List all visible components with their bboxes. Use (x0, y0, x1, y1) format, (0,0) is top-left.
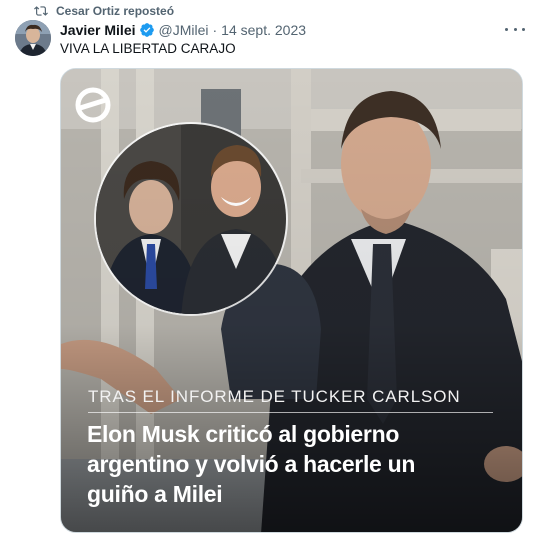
tweet-media-image[interactable]: TRAS EL INFORME DE TUCKER CARLSON Elon M… (60, 68, 523, 533)
repost-icon (34, 6, 48, 16)
outlet-logo-icon (75, 87, 111, 123)
headline-line: argentino y volvió a hacerle un (87, 451, 416, 477)
more-options-icon[interactable] (505, 21, 525, 37)
repost-indicator[interactable]: Cesar Ortiz reposteó (34, 3, 174, 19)
author-name[interactable]: Javier Milei (60, 22, 136, 38)
headline-line: Elon Musk criticó al gobierno (87, 421, 400, 447)
tweet-date[interactable]: 14 sept. 2023 (221, 22, 306, 38)
kicker-divider (88, 412, 493, 413)
separator-dot: · (212, 22, 218, 38)
tweet-header: Javier Milei @JMilei · 14 sept. 2023 (60, 21, 306, 39)
author-handle[interactable]: @JMilei (159, 22, 209, 38)
media-kicker: TRAS EL INFORME DE TUCKER CARLSON (88, 387, 461, 406)
media-headline: Elon Musk criticó al gobierno argentino … (87, 419, 492, 509)
author-avatar[interactable] (15, 20, 51, 56)
verified-badge-icon (139, 23, 154, 37)
tweet-text: VIVA LA LIBERTAD CARAJO (60, 41, 236, 56)
repost-label: Cesar Ortiz reposteó (56, 4, 175, 18)
headline-line: guiño a Milei (87, 481, 223, 507)
